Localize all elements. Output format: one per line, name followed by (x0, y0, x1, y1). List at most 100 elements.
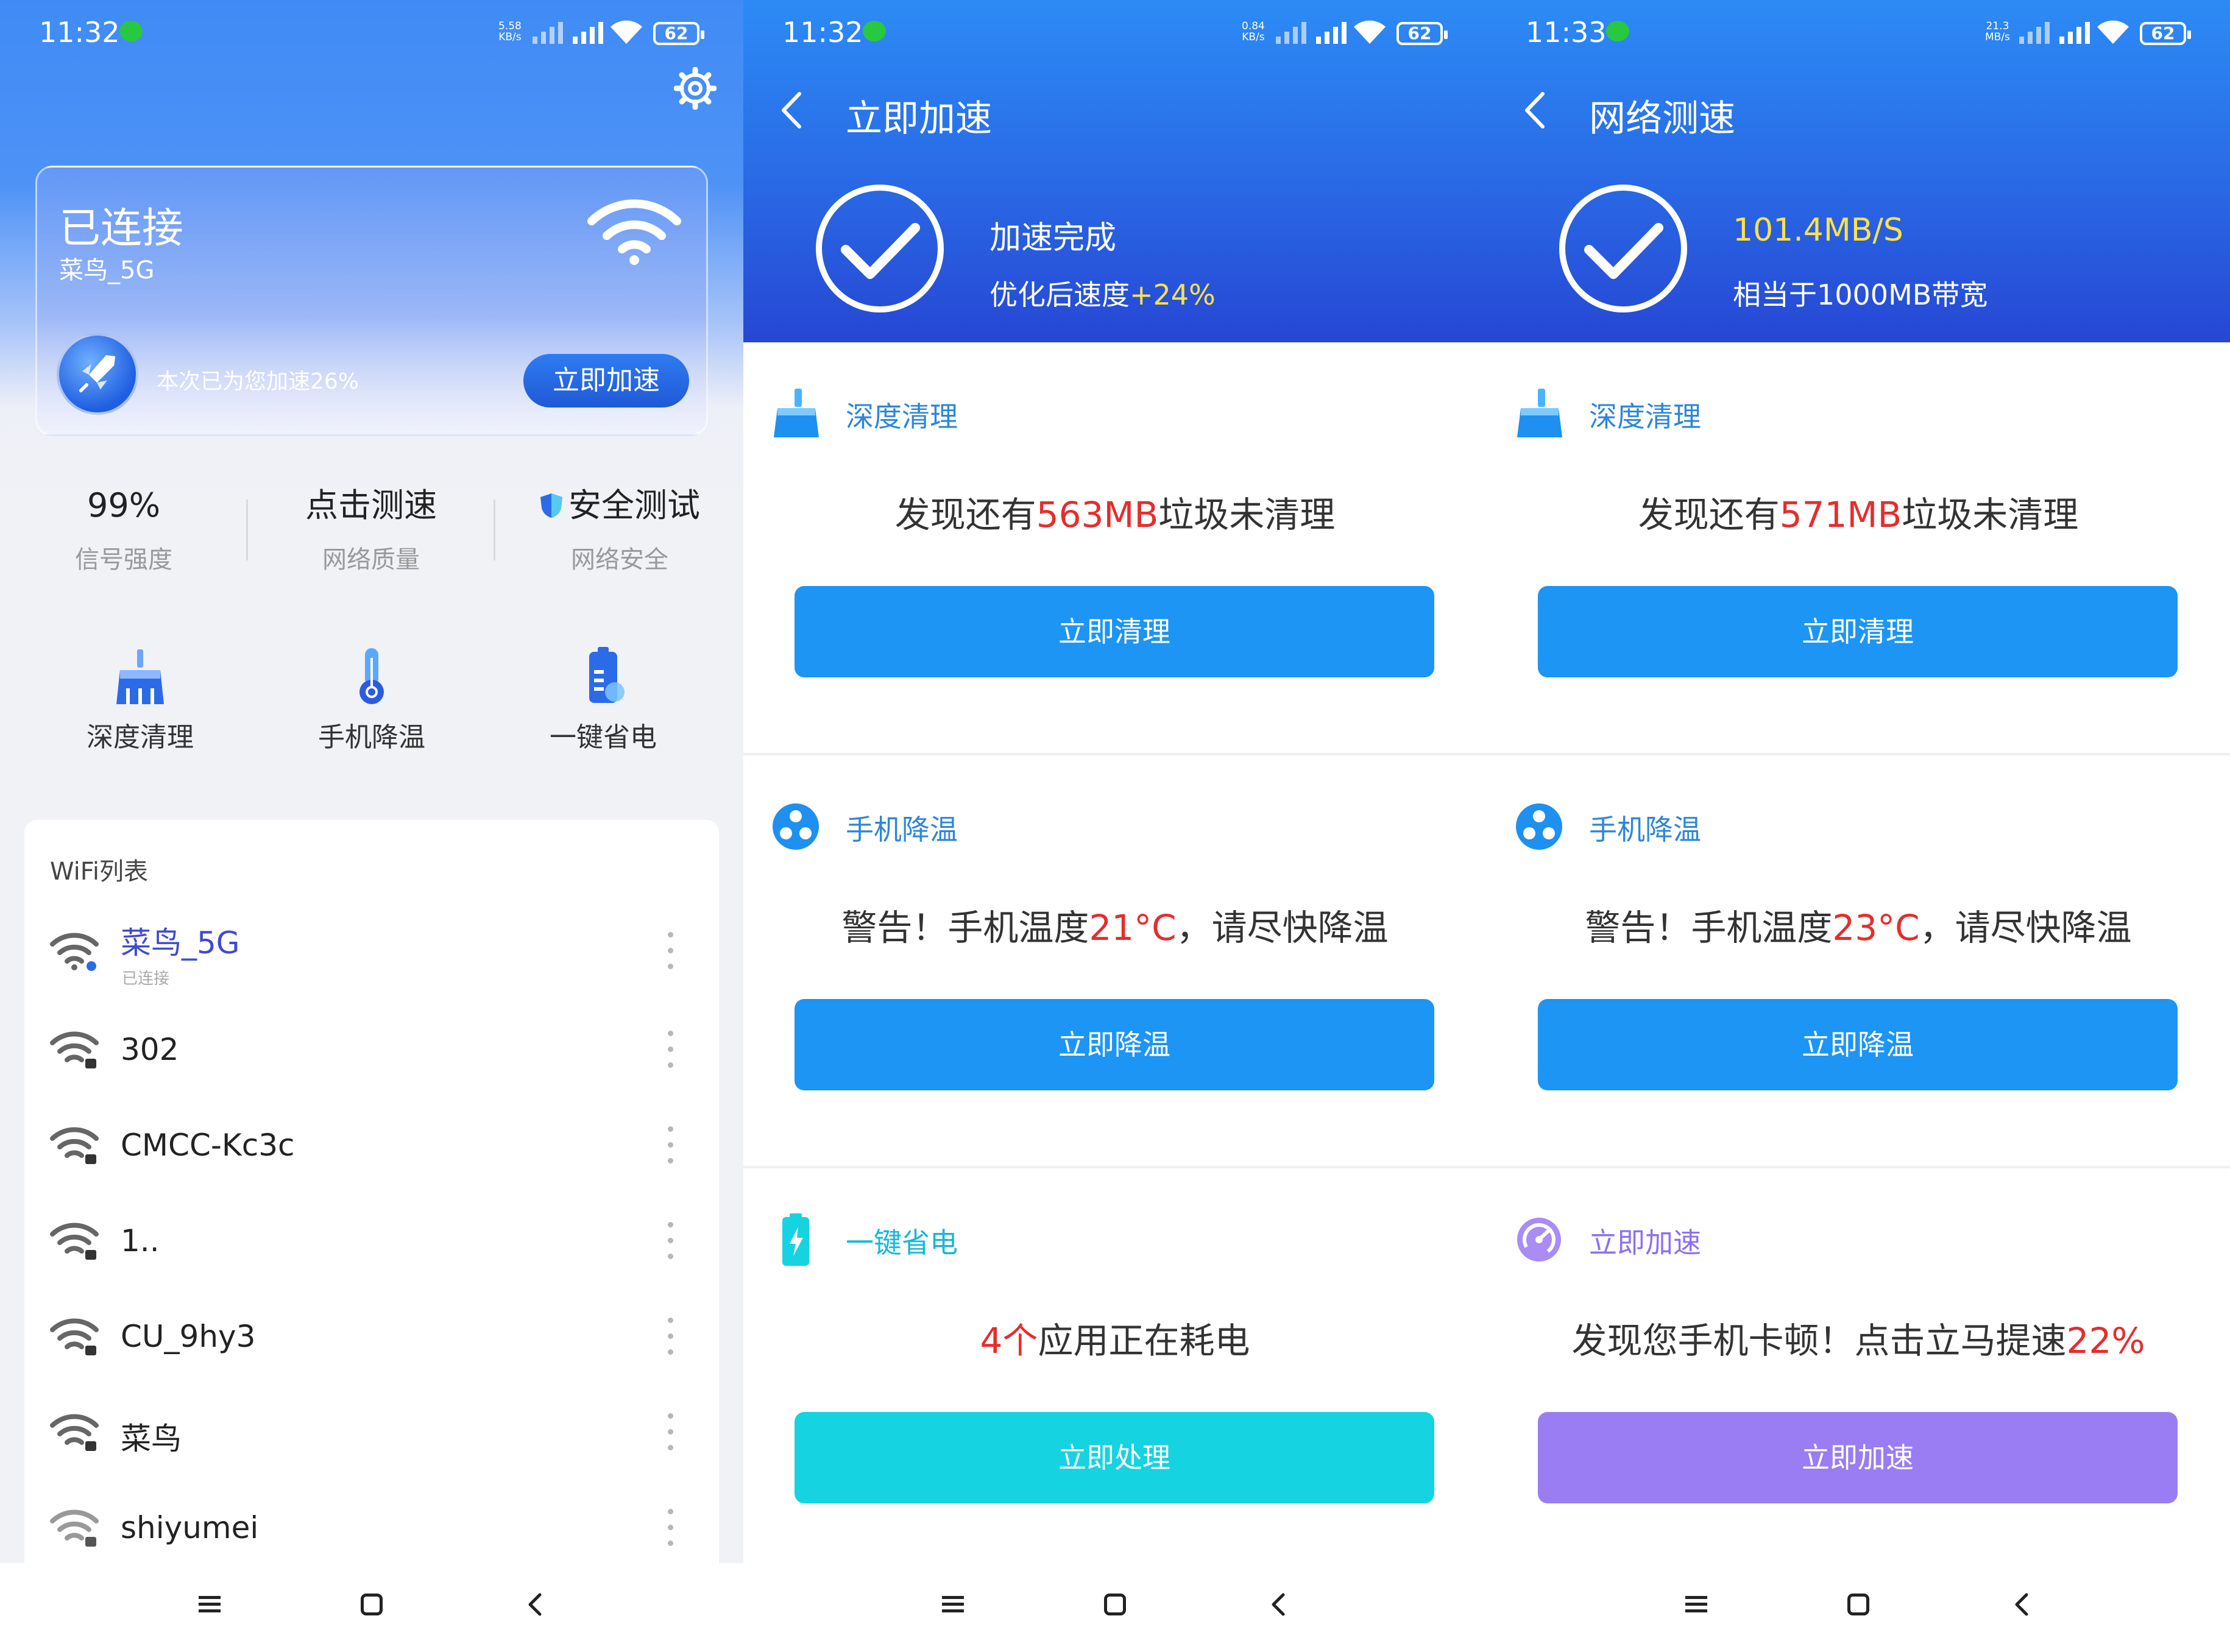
cool-down-section: 手机降温 警告！手机温度21°C，请尽快降温 立即降温 (743, 755, 1487, 1167)
handle-now-button[interactable]: 立即处理 (795, 1412, 1434, 1503)
broom-icon (774, 389, 819, 437)
more-vert-icon[interactable] (667, 1222, 674, 1265)
msg-text: ，请尽快降温 (1919, 907, 2132, 948)
divider (494, 499, 495, 560)
more-vert-icon[interactable] (667, 1031, 674, 1073)
fan-icon (1516, 803, 1562, 850)
cool-now-button[interactable]: 立即降温 (1538, 999, 2178, 1090)
result-subtitle-text: 相当于1000MB带宽 (1733, 278, 1988, 311)
wifi-status-icon (611, 20, 642, 44)
security-test-value[interactable]: 安全测试 (496, 481, 743, 530)
home-icon[interactable] (361, 1594, 383, 1615)
wifi-large-icon (587, 199, 681, 265)
clean-now-button[interactable]: 立即清理 (1538, 586, 2178, 677)
network-security-label: 网络安全 (571, 546, 668, 574)
cool-down-label: 手机降温 (318, 722, 425, 753)
boost-message: 本次已为您加速26% (157, 369, 359, 394)
section-title: 深度清理 (1589, 400, 1701, 433)
more-vert-icon[interactable] (667, 1318, 674, 1360)
back-icon[interactable] (2009, 1592, 2034, 1617)
msg-highlight: 4个 (980, 1320, 1038, 1361)
signal-icon (2019, 22, 2050, 44)
wifi-status-icon (1354, 20, 1386, 44)
connected-ssid: 菜鸟_5G (59, 256, 155, 284)
more-vert-icon[interactable] (667, 1126, 674, 1169)
settings-gear-icon[interactable] (674, 67, 717, 110)
thermometer-icon (359, 648, 384, 704)
boost-now-button[interactable]: 立即加速 (1538, 1412, 2178, 1503)
section-message: 警告！手机温度23°C，请尽快降温 (1487, 899, 2230, 950)
deep-clean-tool[interactable]: 深度清理 (18, 646, 262, 754)
signal-strength-label: 信号强度 (75, 546, 172, 574)
wechat-icon (863, 21, 886, 41)
menu-icon[interactable] (942, 1595, 964, 1614)
section-message: 发现还有563MB垃圾未清理 (743, 486, 1487, 537)
cool-now-button[interactable]: 立即降温 (795, 999, 1434, 1090)
back-icon[interactable] (1266, 1592, 1290, 1617)
speed-test-stat[interactable]: 点击测速 网络质量 (247, 481, 495, 575)
home-icon[interactable] (1104, 1594, 1126, 1615)
security-test-text: 安全测试 (568, 486, 700, 524)
section-title: 一键省电 (846, 1226, 958, 1259)
more-vert-icon[interactable] (667, 1509, 674, 1551)
wifi-ssid: 菜鸟_5G (121, 925, 240, 961)
system-nav-bar (743, 1563, 1487, 1652)
broom-icon (116, 649, 164, 704)
page-title: 立即加速 (846, 97, 992, 140)
measured-speed: 101.4MB/S (1733, 212, 1903, 249)
wifi-ssid: 1.. (121, 1223, 160, 1258)
status-bar: 11:32 0.84 KB/s 62 (743, 0, 1487, 67)
wifi-row[interactable]: CU_9hy3 (24, 1291, 719, 1386)
wifi-row[interactable]: 菜鸟 (24, 1386, 719, 1481)
speed-test-value[interactable]: 点击测速 (247, 481, 495, 530)
wifi-connected-status: 已连接 (122, 970, 170, 988)
msg-text: 垃圾未清理 (1902, 494, 2079, 535)
power-save-section: 一键省电 4个应用正在耗电 立即处理 (743, 1168, 1487, 1580)
result-header: 11:33 21.3 MB/s 62 网络测速 101.4MB/S 相当于100… (1487, 0, 2230, 342)
page-title: 网络测速 (1589, 97, 1735, 140)
battery-charge-icon (782, 1213, 809, 1266)
connection-card: 已连接 菜鸟_5G 本次已为您加速26% 立即加速 (35, 166, 708, 436)
msg-text: 发现还有 (894, 494, 1036, 535)
wifi-row[interactable]: CMCC-Kc3c (24, 1100, 719, 1195)
section-title: 手机降温 (1589, 813, 1701, 846)
wifi-ssid: CMCC-Kc3c (121, 1128, 295, 1163)
wifi-locked-icon (50, 1509, 99, 1547)
power-save-label: 一键省电 (550, 722, 657, 753)
battery-save-icon (589, 647, 625, 703)
deep-clean-section: 深度清理 发现还有571MB垃圾未清理 立即清理 (1487, 342, 2230, 754)
home-screen: 11:32 5.58 KB/s 62 已连接 菜鸟_5G 本次已为您加速26% … (0, 0, 743, 1652)
more-vert-icon[interactable] (667, 1413, 674, 1456)
wifi-row[interactable]: 菜鸟_5G 已连接 (24, 905, 719, 1000)
back-arrow-icon[interactable] (775, 89, 808, 132)
section-message: 发现还有571MB垃圾未清理 (1487, 486, 2230, 537)
security-test-stat[interactable]: 安全测试 网络安全 (496, 481, 743, 575)
msg-highlight: 21°C (1089, 907, 1177, 948)
result-header: 11:32 0.84 KB/s 62 立即加速 加速完成 优化后速度+24% (743, 0, 1487, 342)
menu-icon[interactable] (199, 1595, 221, 1614)
wifi-row[interactable]: 302 (24, 1004, 719, 1099)
deep-clean-label: 深度清理 (87, 722, 194, 753)
wifi-icon (50, 933, 99, 971)
signal-icon (1276, 22, 1306, 44)
status-time: 11:32 (39, 16, 120, 49)
power-save-tool[interactable]: 一键省电 (481, 646, 725, 754)
home-icon[interactable] (1847, 1594, 1869, 1615)
deep-clean-section: 深度清理 发现还有563MB垃圾未清理 立即清理 (743, 342, 1487, 754)
menu-icon[interactable] (1685, 1595, 1707, 1614)
back-arrow-icon[interactable] (1518, 89, 1551, 132)
clean-now-button[interactable]: 立即清理 (795, 586, 1434, 677)
tool-shortcuts: 深度清理 手机降温 一键省电 (0, 646, 743, 768)
wifi-locked-icon (50, 1031, 99, 1068)
msg-text: ，请尽快降温 (1176, 907, 1389, 948)
wifi-ssid: shiyumei (121, 1510, 259, 1545)
wechat-icon (119, 21, 143, 41)
section-title: 立即加速 (1589, 1226, 1701, 1259)
speed-gain: +24% (1130, 278, 1216, 311)
cool-down-tool[interactable]: 手机降温 (250, 646, 494, 754)
signal-icon (1316, 22, 1347, 44)
wifi-row[interactable]: 1.. (24, 1195, 719, 1290)
more-vert-icon[interactable] (667, 932, 674, 975)
boost-now-button[interactable]: 立即加速 (523, 354, 689, 408)
back-icon[interactable] (523, 1592, 547, 1617)
